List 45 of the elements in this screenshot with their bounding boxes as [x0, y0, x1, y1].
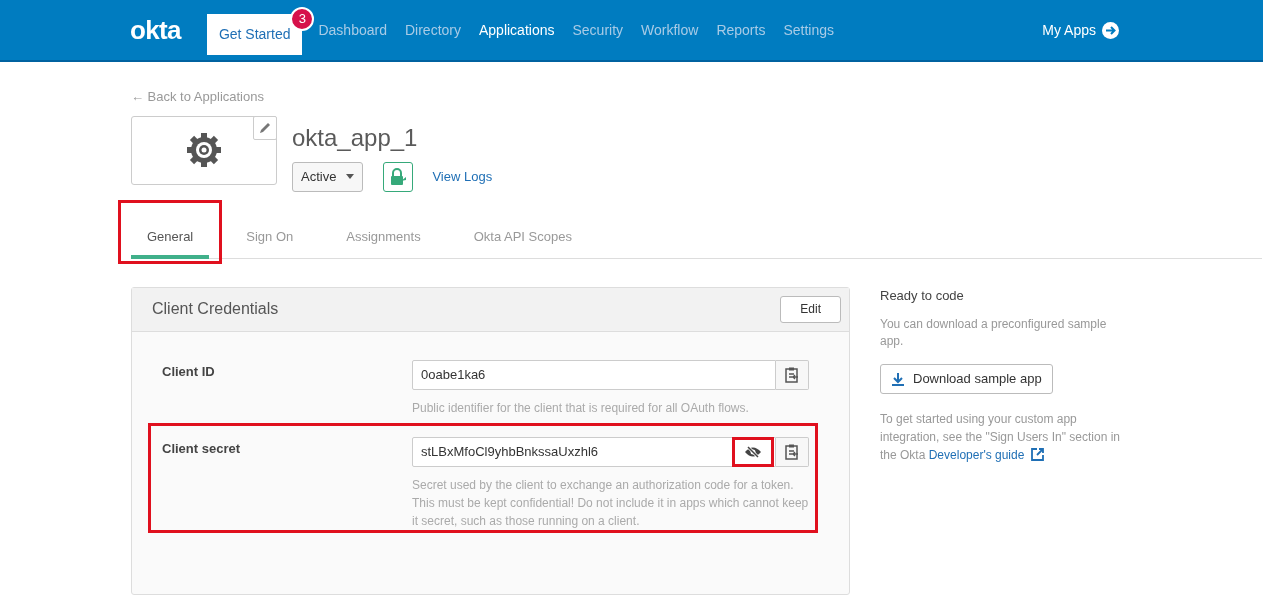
external-link-icon	[1030, 448, 1044, 461]
description-text: You can download a preconfigured sample app.	[880, 316, 1108, 350]
back-link[interactable]: ← Back to Applications	[131, 87, 264, 107]
help-text: Secret used by the client to exchange an authorization code for a token. This must be kept confidential! Do not include it in apps which cannot keep it secret, such as those running on a client.	[412, 476, 809, 530]
tab[interactable]: Okta API Scopes	[457, 218, 588, 259]
nav-link[interactable]: Directory	[404, 19, 461, 41]
nav-link[interactable]: Reports	[716, 19, 766, 41]
tab[interactable]: Sign On	[230, 218, 310, 259]
guide-text: To get started using your custom app integration, see the "Sign Users In" section in the Okta Developer's guide	[880, 411, 1121, 464]
panel-title: Client Credentials	[152, 299, 279, 319]
lock-button[interactable]	[383, 161, 414, 192]
nav-link[interactable]: Dashboard	[318, 19, 387, 41]
download-icon	[891, 372, 905, 386]
logo: okta	[130, 13, 181, 47]
field-label: Client secret	[162, 439, 242, 458]
copy-button[interactable]	[776, 359, 809, 390]
nav-link[interactable]: Applications	[479, 19, 555, 41]
nav-link[interactable]: Settings	[783, 19, 834, 41]
clipboard-icon	[785, 366, 799, 383]
lock-icon	[389, 167, 408, 186]
field-label: Client ID	[162, 362, 216, 381]
help-text: Public identifier for the client that is required for all OAuth flows.	[412, 399, 750, 417]
clipboard-icon	[785, 443, 799, 460]
pencil-icon	[258, 120, 272, 135]
edit-logo-button[interactable]	[253, 115, 277, 140]
text-field[interactable]: stLBxMfoCl9yhbBnkssaUxzhl6	[412, 436, 776, 467]
status-dropdown[interactable]: Active	[292, 161, 364, 192]
tab[interactable]: Assignments	[330, 218, 437, 259]
view-logs-link[interactable]: View Logs	[432, 166, 493, 187]
download-sample-app-button[interactable]: Download sample app	[880, 364, 1053, 394]
text-field[interactable]: 0oabe1ka6	[412, 359, 776, 390]
tab[interactable]: General	[131, 218, 210, 259]
notification-badge: 3	[290, 7, 315, 31]
app-name: okta_app_1	[292, 122, 419, 153]
nav-link[interactable]: Security	[572, 19, 624, 41]
edit-button[interactable]: Edit	[780, 295, 841, 323]
section-title: Ready to code	[880, 286, 965, 305]
arrow-right-icon	[1102, 21, 1119, 39]
nav-link[interactable]: Workflow	[641, 19, 699, 41]
developer-guide-link[interactable]: Developer's guide	[928, 448, 1044, 462]
gear-icon	[185, 131, 223, 169]
copy-button[interactable]	[776, 436, 809, 467]
my-apps-link[interactable]: My Apps	[1042, 19, 1096, 41]
caret-icon	[346, 174, 355, 179]
eye-slash-icon	[744, 445, 762, 458]
